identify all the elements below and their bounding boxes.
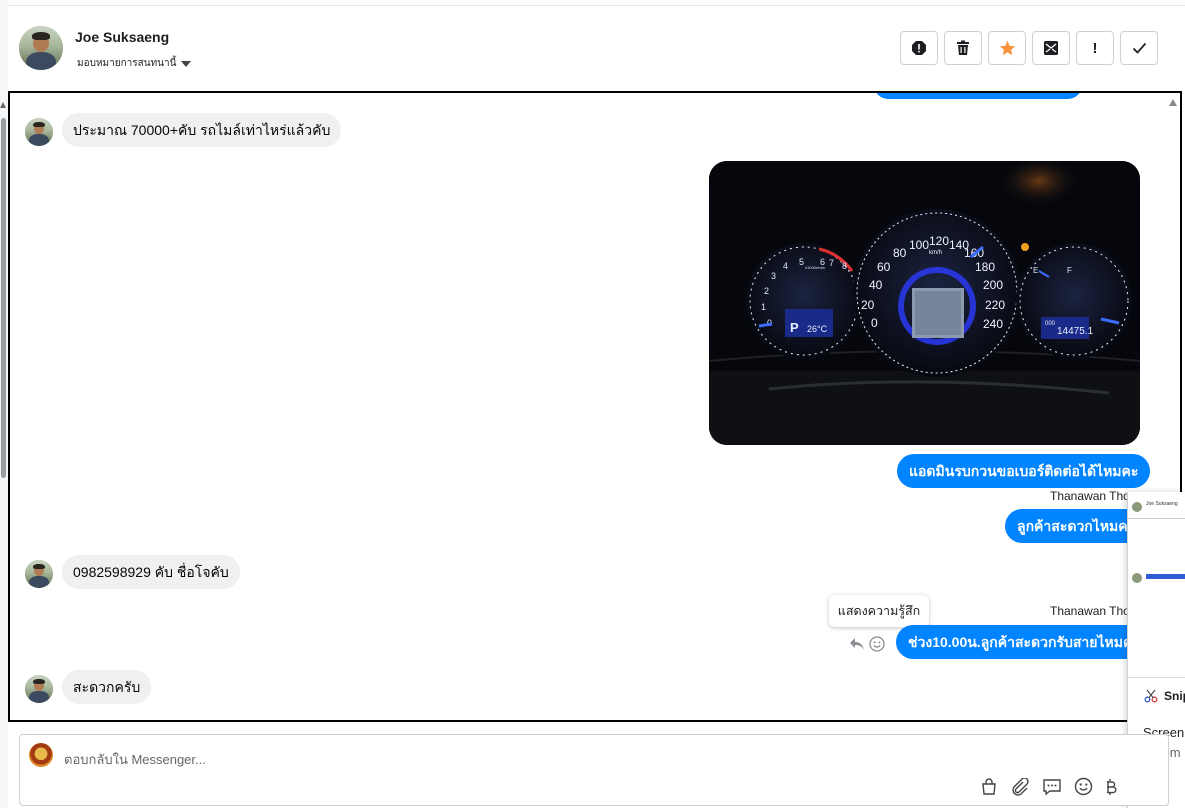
outgoing-message-bubble[interactable]: ช่วง10.00น.ลูกค้าสะดวกรับสายไหมคะ [896,625,1152,659]
snip-app-label: Snip [1144,689,1185,703]
outgoing-message-bubble[interactable] [874,93,1082,99]
speed-mark: 100 [909,238,929,252]
reply-input[interactable]: ตอบกลับใน Messenger... [64,749,206,770]
outer-scrollbar[interactable] [0,0,8,808]
conversation-header: Joe Suksaeng มอบหมายการสนทนานี้ ! [8,6,1178,90]
speed-mark: 120 [929,234,949,248]
report-spam-icon [912,41,926,55]
fuel-full-label: F [1067,266,1072,275]
rpm-mark: 4 [783,261,788,271]
sender-name: Thanawan Tho [1050,489,1130,503]
reaction-tooltip: แสดงความรู้สึก [829,595,929,627]
rpm-unit-label: x1000r/min [805,265,825,270]
scissors-icon [1144,689,1158,703]
temperature-readout: 26°C [807,324,828,334]
speed-mark: 220 [985,298,1005,312]
incoming-message-bubble[interactable]: 0982598929 คับ ชื่อโจคับ [62,555,240,589]
speed-mark: 240 [983,317,1003,331]
mark-done-button[interactable] [1120,31,1158,65]
message-composer[interactable]: ตอบกลับใน Messenger... [19,734,1169,806]
report-spam-button[interactable] [900,31,938,65]
contact-avatar[interactable] [25,560,53,588]
dashboard-photo[interactable]: 0 1 2 3 4 5 6 7 8 x1000r/min P 26°C [709,161,1140,445]
speed-mark: 80 [893,246,907,260]
assign-label: มอบหมายการสนทนานี้ [77,58,177,69]
paperclip-icon[interactable] [1010,777,1030,796]
sender-name: Thanawan Tho [1050,604,1130,618]
fuel-empty-label: E [1033,266,1038,275]
contact-avatar[interactable] [25,118,53,146]
page-avatar [29,743,53,767]
dashboard-photo-image: 0 1 2 3 4 5 6 7 8 x1000r/min P 26°C [709,161,1140,445]
mark-unread-icon [1044,41,1058,55]
speed-mark: 0 [871,316,878,330]
speed-unit-label: km/h [929,250,942,256]
odometer-readout: 14475.1 [1057,326,1094,337]
odometer-prefix: 000 [1045,321,1056,327]
rpm-mark: 2 [764,286,769,296]
reply-icon[interactable] [849,637,865,651]
contact-avatar[interactable] [19,26,63,70]
mini-avatar [1132,502,1142,512]
shopping-bag-icon[interactable] [980,777,998,796]
composer-tools [980,777,1117,796]
star-icon [999,40,1015,56]
saved-reply-icon[interactable] [1042,778,1062,796]
outgoing-message-bubble[interactable]: ลูกค้าสะดวกไหมคะ [1005,509,1148,543]
rpm-mark: 8 [842,261,847,271]
emoji-icon[interactable] [1074,777,1093,796]
gear-indicator: P [790,320,799,335]
incoming-message-bubble[interactable]: สะดวกครับ [62,670,152,704]
contact-avatar[interactable] [25,675,53,703]
speed-mark: 60 [877,260,891,274]
caret-down-icon [181,60,192,67]
speed-mark: 180 [975,260,995,274]
divider [1128,677,1185,678]
speed-mark: 20 [861,298,875,312]
message-actions [849,636,885,652]
follow-up-button[interactable]: ! [1076,31,1114,65]
mini-contact-name: Joe Suksaeng [1146,501,1178,507]
speed-mark: 200 [983,278,1003,292]
mark-unread-button[interactable] [1032,31,1070,65]
rpm-mark: 7 [829,258,834,268]
scroll-up-arrow-icon[interactable] [1169,99,1177,106]
speed-mark: 40 [869,278,883,292]
outgoing-message-bubble[interactable]: แอดมินรบกวนขอเบอร์ติดต่อได้ไหมคะ [897,454,1151,488]
rpm-mark: 5 [799,257,804,267]
rpm-mark: 3 [771,271,776,281]
delete-button[interactable] [944,31,982,65]
exclamation-icon: ! [1092,39,1098,57]
incoming-message-bubble[interactable]: ประมาณ 70000+คับ รถไมล์เท่าไหร่แล้วคับ [62,113,342,147]
baht-payment-icon[interactable] [1105,778,1117,796]
rpm-mark: 1 [761,302,766,312]
message-thread[interactable]: ประมาณ 70000+คับ รถไมล์เท่าไหร่แล้วคับ 0… [8,91,1182,722]
check-icon [1132,42,1146,54]
mini-selected-text [1146,574,1185,579]
messenger-inbox-page: Joe Suksaeng มอบหมายการสนทนานี้ ! ประมาณ… [0,0,1185,808]
mini-avatar [1132,573,1142,583]
scrollbar-thumb[interactable] [1,118,6,478]
star-button[interactable] [988,31,1026,65]
divider [1128,518,1185,519]
snip-app-name: Snip [1164,689,1185,703]
conversation-actions-toolbar: ! [900,31,1158,65]
assign-conversation-dropdown[interactable]: มอบหมายการสนทนานี้ [77,56,192,71]
trash-icon [957,40,969,55]
smiley-icon[interactable] [869,636,885,652]
scroll-up-arrow-icon[interactable] [0,102,6,108]
contact-name[interactable]: Joe Suksaeng [75,29,169,45]
